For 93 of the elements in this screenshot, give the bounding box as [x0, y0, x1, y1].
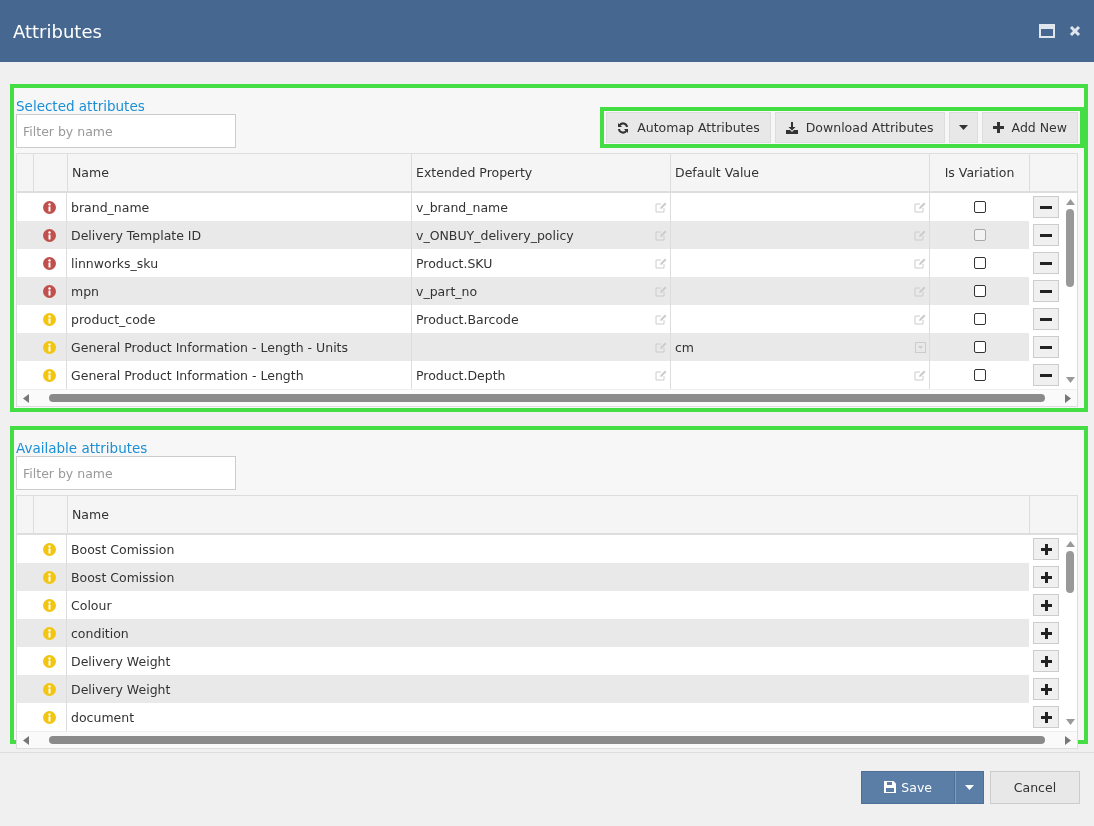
- table-cell: Product.Barcode: [416, 311, 519, 327]
- scroll-left-icon[interactable]: [23, 393, 29, 403]
- remove-button[interactable]: [1033, 252, 1059, 274]
- table-cell: linnworks_sku: [71, 255, 159, 271]
- scroll-thumb[interactable]: [1066, 551, 1074, 593]
- checkbox[interactable]: [973, 341, 986, 353]
- checkbox[interactable]: [973, 285, 986, 297]
- close-icon[interactable]: [1069, 25, 1081, 37]
- plus-icon: [1040, 543, 1052, 555]
- table-cell: General Product Information - Length: [71, 367, 304, 383]
- checkbox[interactable]: [973, 201, 986, 213]
- table-cell: Product.Depth: [416, 367, 506, 383]
- table-cell: document: [71, 709, 135, 725]
- window-title: Attributes: [13, 20, 102, 42]
- minus-icon: [1040, 233, 1052, 237]
- horizontal-scrollbar[interactable]: [17, 389, 1077, 406]
- checkbox[interactable]: [973, 257, 986, 269]
- table-cell: v_part_no: [416, 283, 478, 299]
- minus-icon: [1040, 205, 1052, 209]
- scroll-left-icon[interactable]: [23, 735, 29, 745]
- remove-button[interactable]: [1033, 336, 1059, 358]
- add-button[interactable]: [1033, 538, 1059, 560]
- save-options-button[interactable]: [955, 770, 984, 804]
- maximize-icon[interactable]: [1039, 24, 1055, 38]
- table-cell: v_brand_name: [416, 199, 508, 215]
- minus-icon: [1040, 261, 1052, 265]
- scroll-up-icon[interactable]: [1065, 541, 1075, 547]
- scroll-up-icon[interactable]: [1065, 199, 1075, 205]
- cancel-button[interactable]: Cancel: [990, 770, 1080, 804]
- scroll-thumb[interactable]: [49, 736, 1045, 744]
- table-cell: Delivery Weight: [71, 653, 171, 669]
- caret-icon: [965, 784, 974, 790]
- minus-icon: [1040, 345, 1052, 349]
- save-button[interactable]: Save: [861, 770, 955, 804]
- add-button[interactable]: [1033, 678, 1059, 700]
- plus-icon: [1040, 599, 1052, 611]
- minus-icon: [1040, 289, 1052, 293]
- scroll-down-icon[interactable]: [1065, 377, 1075, 383]
- scroll-thumb[interactable]: [1066, 209, 1074, 287]
- plus-icon: [1040, 655, 1052, 667]
- section-title: Available attributes: [16, 440, 149, 456]
- dropdown-button[interactable]: [948, 112, 978, 143]
- download-icon: [785, 121, 798, 134]
- table-cell: cm: [675, 339, 695, 355]
- minus-icon: [1040, 317, 1052, 321]
- checkbox[interactable]: [973, 313, 986, 325]
- column-header: Is Variation: [929, 154, 1029, 191]
- remove-button[interactable]: [1033, 280, 1059, 302]
- column-header: Default Value: [670, 154, 929, 191]
- minus-icon: [1040, 373, 1052, 377]
- table-cell: condition: [71, 625, 129, 641]
- table-cell: product_code: [71, 311, 156, 327]
- column-header: Name: [67, 496, 1029, 533]
- table-cell: Boost Comission: [71, 569, 175, 585]
- table-cell: Boost Comission: [71, 541, 175, 557]
- add-button[interactable]: [1033, 566, 1059, 588]
- plus-icon: [1040, 627, 1052, 639]
- add-button[interactable]: [1033, 622, 1059, 644]
- table-cell: v_ONBUY_delivery_policy: [416, 227, 574, 243]
- add-new-button[interactable]: Add New: [981, 112, 1078, 143]
- add-button[interactable]: [1033, 706, 1059, 728]
- plus-icon: [1040, 571, 1052, 583]
- filter-field[interactable]: Filter by name: [16, 456, 236, 490]
- table-cell: brand_name: [71, 199, 150, 215]
- scroll-down-icon[interactable]: [1065, 719, 1075, 725]
- horizontal-scrollbar[interactable]: [17, 731, 1077, 748]
- plus-icon: [1040, 683, 1052, 695]
- table-cell: Delivery Weight: [71, 681, 171, 697]
- plus-icon: [992, 122, 1004, 133]
- automap-button[interactable]: Automap Attributes: [606, 112, 771, 143]
- caret-icon: [958, 125, 968, 130]
- plus-icon: [1040, 711, 1052, 723]
- table-cell: Product.SKU: [416, 255, 493, 271]
- scroll-right-icon[interactable]: [1065, 735, 1071, 745]
- table-cell: General Product Information - Length - Units: [71, 339, 348, 355]
- column-header: Extended Property: [411, 154, 670, 191]
- remove-button[interactable]: [1033, 364, 1059, 386]
- scroll-right-icon[interactable]: [1065, 393, 1071, 403]
- table-cell: mpn: [71, 283, 100, 299]
- table-cell: Delivery Template ID: [71, 227, 202, 243]
- remove-button[interactable]: [1033, 196, 1059, 218]
- scroll-thumb[interactable]: [49, 394, 1045, 402]
- refresh-icon: [617, 121, 630, 134]
- remove-button[interactable]: [1033, 224, 1059, 246]
- add-button[interactable]: [1033, 650, 1059, 672]
- add-button[interactable]: [1033, 594, 1059, 616]
- checkbox[interactable]: [973, 369, 986, 381]
- remove-button[interactable]: [1033, 308, 1059, 330]
- section-title: Selected attributes: [16, 98, 146, 114]
- filter-field[interactable]: Filter by name: [16, 114, 236, 148]
- table-cell: Colour: [71, 597, 112, 613]
- column-header: Name: [67, 154, 411, 191]
- download-button[interactable]: Download Attributes: [774, 112, 945, 143]
